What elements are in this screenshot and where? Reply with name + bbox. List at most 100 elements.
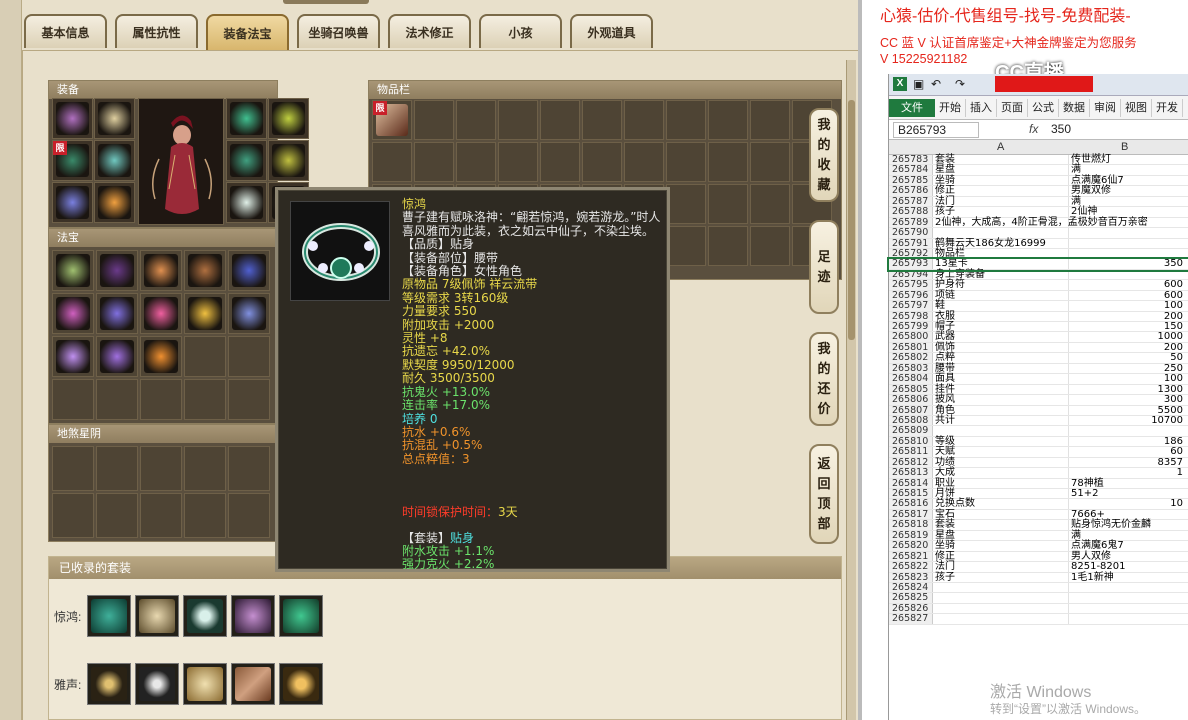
sheet-row[interactable]: 265820 坐骑 点满魔6鬼7 [889, 540, 1188, 552]
column-b-header[interactable]: B [1121, 141, 1128, 153]
inventory-slot[interactable] [708, 184, 748, 224]
row-number[interactable]: 265786 [889, 185, 933, 196]
cell-b[interactable]: 男人双修 [1069, 551, 1185, 562]
inventory-slot[interactable] [540, 100, 580, 140]
cell-a[interactable]: 坐骑 [933, 175, 1069, 186]
sheet-row[interactable]: 265804 面具 100 [889, 373, 1188, 385]
inventory-slot[interactable] [708, 100, 748, 140]
cell-b[interactable]: 600 [1069, 290, 1185, 301]
fabao-slot[interactable] [140, 293, 182, 334]
cell-b[interactable]: 150 [1069, 321, 1185, 332]
sheet-row[interactable]: 265786 修正 男魔双修 [889, 185, 1188, 197]
disha-slot[interactable] [228, 446, 270, 491]
row-number[interactable]: 265821 [889, 551, 933, 562]
inventory-slot[interactable] [582, 142, 622, 182]
fabao-slot[interactable] [52, 250, 94, 291]
undo-icon[interactable]: ↶ [931, 77, 941, 91]
tab-1[interactable]: 属性抗性 [115, 14, 198, 48]
cell-b[interactable]: 2仙神 [1069, 206, 1185, 217]
fabao-slot[interactable] [184, 250, 226, 291]
row-number[interactable]: 265803 [889, 363, 933, 374]
disha-slot[interactable] [96, 493, 138, 538]
fabao-slot[interactable] [96, 379, 138, 420]
cell-a[interactable]: 2仙神，大成高，4阶正骨混，孟极妙音百万亲密 [933, 217, 1148, 228]
cell-b[interactable]: 250 [1069, 363, 1185, 374]
row-number[interactable]: 265816 [889, 498, 933, 509]
row-number[interactable]: 265790 [889, 227, 933, 238]
cell-a[interactable]: 星盘 [933, 164, 1069, 175]
fabao-slot[interactable] [228, 250, 270, 291]
row-number[interactable]: 265812 [889, 457, 933, 468]
row-number[interactable]: 265805 [889, 384, 933, 395]
disha-slot[interactable] [52, 493, 94, 538]
sheet-row[interactable]: 265800 武器 1000 [889, 331, 1188, 343]
cell-b[interactable]: 200 [1069, 311, 1185, 322]
cell-b[interactable]: 10700 [1069, 415, 1185, 426]
cell-a[interactable]: 功绩 [933, 457, 1069, 468]
fabao-slot[interactable] [96, 336, 138, 377]
inventory-slot[interactable] [666, 142, 706, 182]
sheet-row[interactable]: 265808 共计 10700 [889, 415, 1188, 427]
cell-a[interactable]: 武器 [933, 331, 1069, 342]
cell-a[interactable]: 面具 [933, 373, 1069, 384]
row-number[interactable]: 265802 [889, 352, 933, 363]
row-number[interactable]: 265797 [889, 300, 933, 311]
ribbon-tab[interactable]: 审阅 [1090, 98, 1121, 117]
suit-item[interactable] [231, 663, 275, 705]
cell-b[interactable] [1069, 228, 1185, 237]
inventory-slot[interactable] [708, 142, 748, 182]
inventory-slot[interactable] [540, 142, 580, 182]
cell-a[interactable]: 法门 [933, 196, 1069, 207]
row-number[interactable]: 265810 [889, 436, 933, 447]
row-number[interactable]: 265825 [889, 592, 933, 603]
equip-slot[interactable]: 限 [52, 140, 93, 181]
inventory-slot[interactable] [750, 184, 790, 224]
row-number[interactable]: 265789 [889, 217, 933, 228]
sheet-row[interactable]: 265826 [889, 603, 1188, 615]
sheet-row[interactable]: 265791 鹤舞云天186女龙16999 [889, 238, 1188, 249]
my-favorites-button[interactable]: 我的收藏 [809, 108, 839, 202]
equip-slot[interactable] [226, 182, 267, 223]
cell-b[interactable]: 350 [1069, 258, 1185, 269]
row-number[interactable]: 265827 [889, 613, 933, 624]
row-number[interactable]: 265783 [889, 154, 933, 165]
row-number[interactable]: 265806 [889, 394, 933, 405]
sheet-row[interactable]: 265790 [889, 227, 1188, 239]
footprint-button[interactable]: 足迹 [809, 220, 839, 314]
cell-a[interactable]: 点粹 [933, 352, 1069, 363]
row-number[interactable]: 265784 [889, 164, 933, 175]
equip-slot[interactable] [268, 98, 309, 139]
ribbon-tab[interactable]: 开始 [935, 98, 966, 117]
row-number[interactable]: 265787 [889, 196, 933, 207]
tab-4[interactable]: 法术修正 [388, 14, 471, 48]
cell-a[interactable]: 宝石 [933, 509, 1069, 520]
cell-b[interactable]: 男魔双修 [1069, 185, 1185, 196]
cell-b[interactable]: 1毛1新神 [1069, 572, 1185, 583]
sheet-row[interactable]: 265822 法门 8251-8201 [889, 561, 1188, 573]
cell-b[interactable]: 满 [1069, 164, 1185, 175]
cell-a[interactable]: 鹤舞云天186女龙16999 [933, 238, 1069, 248]
row-number[interactable]: 265794 [889, 269, 933, 280]
sheet-row[interactable]: 265827 [889, 613, 1188, 625]
row-number[interactable]: 265804 [889, 373, 933, 384]
inventory-slot[interactable] [498, 142, 538, 182]
sheet-row[interactable]: 265809 [889, 425, 1188, 437]
row-number[interactable]: 265795 [889, 279, 933, 290]
sheet-row[interactable]: 265792 物品栏 [889, 248, 1188, 260]
cell-a[interactable] [933, 614, 1069, 624]
cell-b[interactable] [1069, 426, 1185, 435]
inventory-slot[interactable] [498, 100, 538, 140]
cell-b[interactable]: 满 [1069, 530, 1185, 541]
inventory-slot[interactable] [624, 100, 664, 140]
sheet-row[interactable]: 265793 13星卡 350 [887, 257, 1188, 272]
inventory-slot[interactable] [582, 100, 622, 140]
sheet-row[interactable]: 265796 项链 600 [889, 290, 1188, 302]
cell-a[interactable]: 身上穿装备 [933, 269, 1069, 280]
row-number[interactable]: 265822 [889, 561, 933, 572]
fabao-slot[interactable] [184, 293, 226, 334]
inventory-slot[interactable] [372, 142, 412, 182]
row-number[interactable]: 265808 [889, 415, 933, 426]
sheet-row[interactable]: 265816 兑换点数 10 [889, 498, 1188, 510]
row-number[interactable]: 265793 [889, 258, 933, 269]
row-number[interactable]: 265813 [889, 467, 933, 478]
